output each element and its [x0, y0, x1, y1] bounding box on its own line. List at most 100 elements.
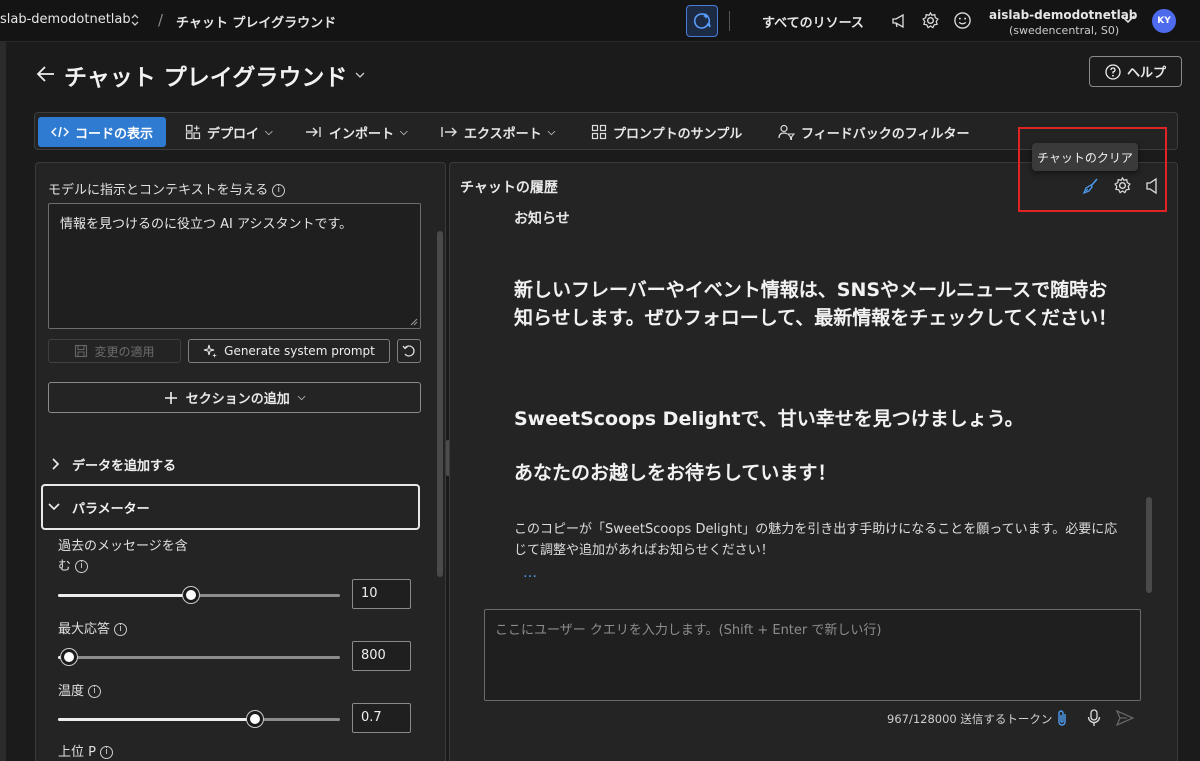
- add-section-button[interactable]: セクションの追加 ⌵: [48, 382, 421, 413]
- copilot-button[interactable]: [686, 5, 718, 37]
- slider-fill: [58, 718, 256, 721]
- toolbar: コードの表示 デプロイ ⌵ インポート ⌵ エクスポート ⌵ プロンプトのサンプ…: [34, 112, 1178, 150]
- resize-grip-icon[interactable]: [410, 318, 418, 326]
- deploy-label: デプロイ: [207, 126, 260, 142]
- chevron-down-icon: ⌵: [400, 126, 408, 138]
- add-data-label: データを追加する: [72, 458, 177, 474]
- grid-icon: [591, 124, 607, 140]
- system-message-text: 情報を見つけるのに役立つ AI アシスタントです。: [60, 217, 353, 232]
- setup-scrollbar[interactable]: [437, 231, 443, 577]
- slider-fill: [58, 594, 191, 597]
- chevron-down-icon: ⌵: [297, 392, 306, 403]
- user-query-input[interactable]: ここにユーザー クエリを入力します。(Shift + Enter で新しい行): [484, 609, 1141, 701]
- chat-scrollbar[interactable]: [1146, 497, 1152, 593]
- smiley-icon[interactable]: [953, 11, 972, 30]
- help-button[interactable]: ヘルプ: [1089, 56, 1182, 87]
- import-icon: [305, 125, 323, 139]
- add-data-accordion[interactable]: データを追加する: [50, 455, 177, 474]
- max-response-input[interactable]: 800: [352, 641, 411, 671]
- sparkle-icon: [203, 344, 218, 359]
- import-label: インポート: [329, 126, 395, 142]
- parameters-header: パラメーター: [48, 498, 150, 517]
- past-messages-slider[interactable]: [58, 587, 340, 603]
- top-p-label: 上位 Pi: [58, 741, 113, 760]
- chevron-down-icon: ⌵: [265, 126, 273, 138]
- temperature-slider[interactable]: [58, 711, 340, 727]
- export-button[interactable]: エクスポート ⌵: [440, 117, 555, 147]
- export-icon: [440, 125, 458, 139]
- divider: [729, 11, 730, 31]
- temperature-label: 温度 i: [58, 680, 102, 699]
- info-icon[interactable]: i: [75, 560, 89, 573]
- paperclip-icon[interactable]: [1055, 709, 1069, 727]
- account-name[interactable]: aislab-demodotnetlab: [989, 8, 1137, 22]
- generate-system-prompt-button[interactable]: Generate system prompt: [188, 339, 390, 363]
- code-icon: [51, 125, 69, 139]
- system-message-label: モデルに指示とコンテキストを与える i: [48, 179, 286, 198]
- left-nav-strip: [0, 42, 6, 761]
- apply-changes-button[interactable]: 変更の適用: [48, 339, 181, 363]
- past-messages-label-2-text: む: [58, 559, 72, 574]
- chevron-updown-icon[interactable]: [130, 13, 140, 27]
- past-messages-label: 過去のメッセージを含: [58, 539, 188, 554]
- feedback-filter-icon: [778, 124, 795, 140]
- breadcrumb-current[interactable]: チャット プレイグラウンド: [176, 12, 336, 31]
- account-region: (swedencentral, S0): [1009, 24, 1120, 37]
- apply-changes-label: 変更の適用: [94, 344, 155, 359]
- chat-history-title: チャットの履歴: [460, 180, 558, 196]
- view-code-label: コードの表示: [75, 126, 154, 142]
- chevron-down-icon: [48, 502, 60, 512]
- deploy-icon: [185, 124, 201, 140]
- chevron-down-icon: ⌵: [547, 126, 556, 138]
- info-icon[interactable]: i: [88, 685, 102, 698]
- microphone-icon[interactable]: [1087, 709, 1101, 727]
- message-paragraph-1: 新しいフレーバーやイベント情報は、SNSやメールニュースで随時お知らせします。ぜ…: [514, 279, 1118, 329]
- prompt-samples-button[interactable]: プロンプトのサンプル: [591, 117, 742, 147]
- message-paragraph-2: SweetScoops Delightで、甘い幸せを見つけましょう。: [514, 408, 1024, 430]
- send-icon[interactable]: [1116, 710, 1134, 726]
- add-section-label: セクションの追加: [185, 392, 290, 407]
- max-response-label: 最大応答 i: [58, 618, 128, 637]
- parameters-label: パラメーター: [72, 501, 150, 517]
- breadcrumb-separator: /: [158, 11, 164, 29]
- import-button[interactable]: インポート ⌵: [305, 117, 408, 147]
- help-label: ヘルプ: [1126, 66, 1166, 81]
- temperature-input[interactable]: 0.7: [352, 703, 411, 733]
- chevron-right-icon: [50, 458, 60, 470]
- avatar[interactable]: KY: [1152, 9, 1176, 33]
- top-bar: slab-demodotnetlab / チャット プレイグラウンド すべてのリ…: [0, 0, 1200, 42]
- all-resources-link[interactable]: すべてのリソース: [762, 12, 864, 31]
- info-icon[interactable]: i: [99, 746, 113, 759]
- project-name[interactable]: slab-demodotnetlab: [0, 12, 131, 27]
- query-placeholder: ここにユーザー クエリを入力します。(Shift + Enter で新しい行): [495, 623, 882, 638]
- past-messages-label-2: むi: [58, 555, 89, 574]
- highlight-annotation: [1018, 127, 1167, 212]
- export-label: エクスポート: [464, 126, 542, 142]
- megaphone-icon[interactable]: [890, 12, 908, 30]
- info-icon[interactable]: i: [272, 184, 286, 197]
- deploy-button[interactable]: デプロイ ⌵: [185, 117, 273, 147]
- view-code-button[interactable]: コードの表示: [38, 117, 167, 147]
- more-ellipsis[interactable]: …: [523, 565, 537, 581]
- feedback-filter-label: フィードバックのフィルター: [801, 126, 970, 142]
- save-icon: [74, 344, 88, 358]
- past-messages-input[interactable]: 10: [352, 579, 411, 609]
- chevron-down-icon[interactable]: [1121, 14, 1135, 24]
- gear-icon[interactable]: [921, 11, 940, 30]
- token-count: 967/128000 送信するトークン: [887, 712, 1053, 726]
- max-response-label-text: 最大応答: [58, 622, 111, 637]
- system-message-label-text: モデルに指示とコンテキストを与える: [48, 183, 269, 198]
- prompt-samples-label: プロンプトのサンプル: [613, 126, 743, 142]
- slider-thumb[interactable]: [182, 587, 199, 603]
- message-note: このコピーが「SweetScoops Delight」の魅力を引き出す手助けにな…: [514, 522, 1118, 558]
- info-icon[interactable]: i: [114, 623, 128, 636]
- system-message-textarea[interactable]: 情報を見つけるのに役立つ AI アシスタントです。: [48, 203, 421, 329]
- copilot-icon: [693, 12, 711, 30]
- page-title: チャット プレイグラウンド: [64, 65, 348, 91]
- back-arrow-icon[interactable]: [36, 65, 56, 83]
- max-response-slider[interactable]: [58, 649, 340, 665]
- title-chevron-icon[interactable]: [355, 71, 365, 79]
- feedback-filter-button[interactable]: フィードバックのフィルター: [778, 117, 969, 147]
- plus-icon: [164, 391, 178, 405]
- reset-button[interactable]: [397, 339, 421, 363]
